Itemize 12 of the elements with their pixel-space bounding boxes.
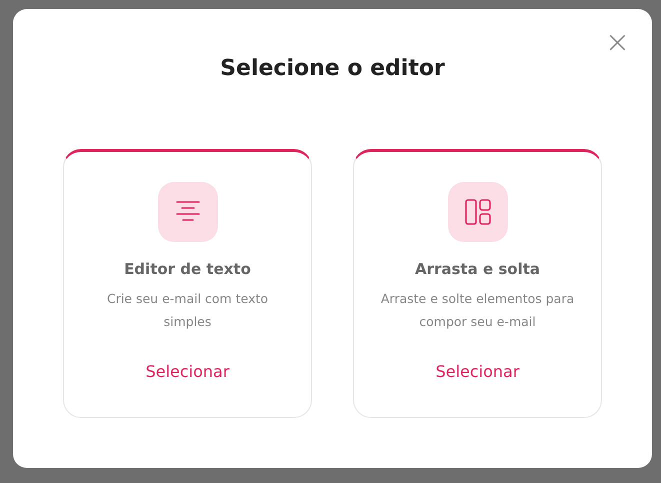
option-card[interactable]: Editor de texto Crie seu e-mail com texto simples Selecionar (63, 149, 312, 418)
dialog-title: Selecione o editor (219, 55, 446, 83)
select-button[interactable]: Selecionar (436, 362, 520, 381)
option-description: Arraste e solte elementos para compor seu e-mail (380, 290, 576, 331)
layout-grid-icon (448, 182, 508, 242)
option-description: Crie seu e-mail com texto simples (106, 290, 270, 331)
select-button[interactable]: Selecionar (146, 362, 230, 381)
close-button[interactable]: × (604, 30, 630, 56)
option-title: Arrasta e solta (414, 260, 540, 278)
text-lines-icon (158, 182, 218, 242)
option-title: Editor de texto (124, 260, 251, 278)
option-card[interactable]: Arrasta e solta Arraste e solte elementos para compor seu e-mail Selecionar (353, 149, 602, 418)
